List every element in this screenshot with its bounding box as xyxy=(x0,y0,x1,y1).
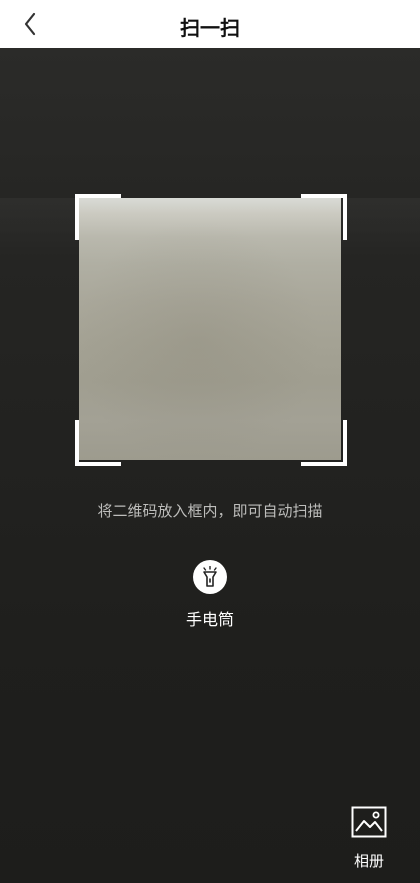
scan-hint-text: 将二维码放入框内，即可自动扫描 xyxy=(97,502,323,520)
header-bar: 扫一扫 xyxy=(0,0,420,48)
page-title: 扫一扫 xyxy=(180,16,240,40)
scan-screen: 扫一扫 将二维码放入框内，即可自动扫描 手电筒 相册 xyxy=(0,0,420,883)
scan-frame-corner-top-left xyxy=(75,194,121,240)
scan-frame-corner-bottom-right xyxy=(301,420,347,466)
camera-view xyxy=(0,48,420,883)
flashlight-icon xyxy=(203,566,217,587)
album-label: 相册 xyxy=(353,852,384,870)
album-button[interactable]: 相册 xyxy=(349,806,389,872)
scan-frame-corner-top-right xyxy=(301,194,347,240)
flashlight-button[interactable] xyxy=(193,560,227,594)
flashlight-label[interactable]: 手电筒 xyxy=(0,606,420,630)
image-icon xyxy=(351,806,387,838)
scan-frame-corner-bottom-left xyxy=(75,420,121,466)
